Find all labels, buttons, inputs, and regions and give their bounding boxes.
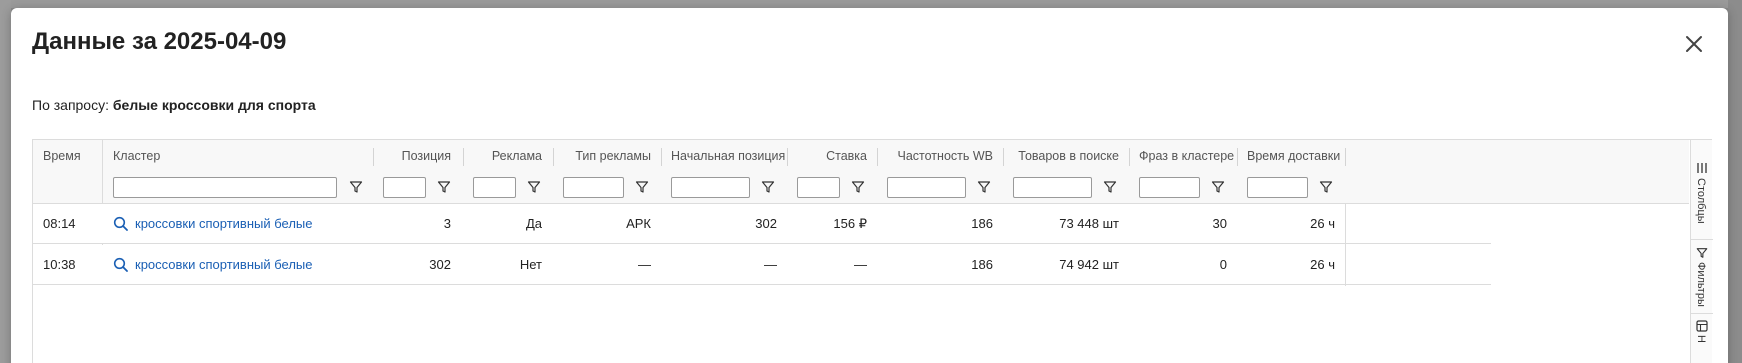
column-header-position[interactable]: Позиция	[373, 140, 461, 172]
modal-title: Данные за 2025-04-09	[32, 28, 287, 55]
cell-frequency: 186	[971, 257, 993, 272]
cell-items-in-search: 73 448 шт	[1059, 216, 1119, 231]
cell-frequency: 186	[971, 216, 993, 231]
column-header-items-in-search[interactable]: Товаров в поиске	[1003, 140, 1129, 172]
side-panel: Столбцы Фильтры Н	[1690, 140, 1713, 363]
query-label: По запросу:	[32, 97, 109, 113]
side-tab-extra-label: Н	[1695, 335, 1707, 343]
column-header-phrases[interactable]: Фраз в кластере	[1129, 140, 1237, 172]
filter-input-delivery[interactable]	[1247, 177, 1308, 198]
filter-input-cluster[interactable]	[113, 177, 337, 198]
cell-bid: —	[854, 257, 867, 272]
column-separator[interactable]	[1129, 148, 1130, 166]
table-row[interactable]: 10:38 кроссовки спортивный белые 302 Нет…	[33, 245, 1491, 285]
filter-icon[interactable]	[851, 180, 865, 194]
filter-input-ad[interactable]	[473, 177, 516, 198]
column-header-bid[interactable]: Ставка	[787, 140, 877, 172]
backdrop-right	[1728, 0, 1742, 363]
table-icon	[1696, 320, 1708, 332]
column-separator[interactable]	[877, 148, 878, 166]
column-header-delivery[interactable]: Время доставки	[1237, 140, 1345, 172]
cell-start-position: 302	[755, 216, 777, 231]
grid-body: Время Кластер Позиция Реклама Тип реклам…	[33, 140, 1689, 363]
filter-icon[interactable]	[761, 180, 775, 194]
cell-position: 302	[429, 257, 451, 272]
column-header-ad-type[interactable]: Тип рекламы	[553, 140, 661, 172]
filter-icon[interactable]	[977, 180, 991, 194]
cell-ad-type: АРК	[626, 216, 651, 231]
query-value: белые кроссовки для спорта	[112, 97, 316, 113]
table-row[interactable]: 08:14 кроссовки спортивный белые 3 Да АР…	[33, 204, 1491, 244]
side-tab-columns[interactable]: Столбцы	[1691, 140, 1713, 240]
search-icon[interactable]	[113, 257, 129, 273]
filter-input-ad-type[interactable]	[563, 177, 624, 198]
side-tab-columns-label: Столбцы	[1695, 178, 1707, 224]
column-separator[interactable]	[1345, 148, 1346, 166]
cell-time: 08:14	[43, 216, 76, 231]
cell-phrases: 30	[1212, 216, 1227, 231]
side-tab-filters[interactable]: Фильтры	[1691, 240, 1713, 314]
backdrop	[0, 0, 1742, 8]
cell-time: 10:38	[43, 257, 76, 272]
column-header-cluster[interactable]: Кластер	[103, 140, 373, 172]
column-separator[interactable]	[553, 148, 554, 166]
filter-icon[interactable]	[1103, 180, 1117, 194]
cell-delivery: 26 ч	[1310, 216, 1335, 231]
filter-icon[interactable]	[527, 180, 541, 194]
close-icon[interactable]	[1681, 31, 1707, 57]
column-header-time[interactable]: Время	[33, 140, 102, 172]
column-separator[interactable]	[661, 148, 662, 166]
cluster-link[interactable]: кроссовки спортивный белые	[135, 216, 312, 231]
cell-ad-type: —	[638, 257, 651, 272]
search-icon[interactable]	[113, 216, 129, 232]
column-separator[interactable]	[1003, 148, 1004, 166]
filter-icon[interactable]	[1319, 180, 1333, 194]
column-header-frequency[interactable]: Частотность WB	[877, 140, 1003, 172]
cell-ad: Да	[525, 216, 542, 231]
side-tab-filters-label: Фильтры	[1695, 262, 1707, 307]
cell-ad: Нет	[519, 257, 542, 272]
cell-delivery: 26 ч	[1310, 257, 1335, 272]
column-header-ad[interactable]: Реклама	[463, 140, 552, 172]
side-tab-extra[interactable]: Н	[1691, 314, 1713, 363]
backdrop-left	[0, 0, 11, 363]
filter-input-position[interactable]	[383, 177, 426, 198]
cell-cluster: кроссовки спортивный белые	[103, 204, 373, 244]
column-separator[interactable]	[463, 148, 464, 166]
rows-right-edge	[1345, 204, 1346, 286]
filter-input-bid[interactable]	[797, 177, 840, 198]
cell-start-position: —	[764, 257, 777, 272]
filter-icon[interactable]	[635, 180, 649, 194]
cell-items-in-search: 74 942 шт	[1059, 257, 1119, 272]
columns-icon	[1697, 163, 1707, 173]
cell-phrases: 0	[1219, 257, 1227, 272]
filter-icon[interactable]	[1211, 180, 1225, 194]
cell-cluster: кроссовки спортивный белые	[103, 245, 373, 285]
column-separator[interactable]	[373, 148, 374, 166]
data-grid: Время Кластер Позиция Реклама Тип реклам…	[32, 139, 1713, 363]
query-line: По запросу: белые кроссовки для спорта	[32, 97, 316, 113]
column-separator[interactable]	[1237, 148, 1238, 166]
filter-input-phrases[interactable]	[1139, 177, 1200, 198]
filter-icon[interactable]	[349, 180, 363, 194]
filter-input-start-position[interactable]	[671, 177, 750, 198]
data-modal: Данные за 2025-04-09 По запросу: белые к…	[11, 8, 1728, 363]
filter-panel-icon	[1696, 248, 1708, 258]
filter-input-items-in-search[interactable]	[1013, 177, 1092, 198]
column-separator[interactable]	[787, 148, 788, 166]
column-header-start-position[interactable]: Начальная позиция	[661, 140, 787, 172]
grid-header: Время Кластер Позиция Реклама Тип реклам…	[33, 140, 1689, 204]
cluster-link[interactable]: кроссовки спортивный белые	[135, 257, 312, 272]
cell-bid: 156 ₽	[833, 216, 867, 231]
filter-icon[interactable]	[437, 180, 451, 194]
filter-input-frequency[interactable]	[887, 177, 966, 198]
cell-position: 3	[443, 216, 451, 231]
